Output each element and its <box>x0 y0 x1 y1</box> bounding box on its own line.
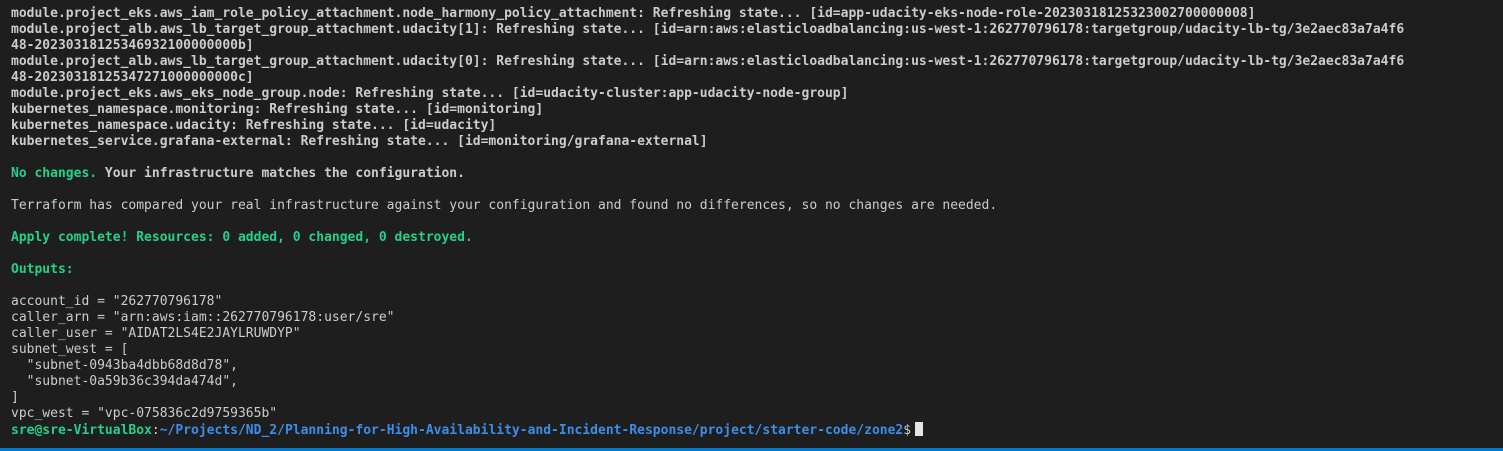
refresh-line: module.project_eks.aws_iam_role_policy_a… <box>11 6 1256 21</box>
refresh-line: 48-20230318125347271000000000c] <box>11 70 254 85</box>
output-line: "subnet-0a59b36c394da474d", <box>11 374 238 389</box>
outputs-header: Outputs: <box>11 262 74 277</box>
compared-message: Terraform has compared your real infrast… <box>11 198 998 213</box>
output-line: subnet_west = [ <box>11 342 129 357</box>
output-line: "subnet-0943ba4dbb68d8d78", <box>11 358 238 373</box>
no-changes-label: No changes. <box>11 166 98 181</box>
refresh-line: module.project_alb.aws_lb_target_group_a… <box>11 22 1405 37</box>
prompt-symbol: $ <box>903 423 912 438</box>
output-line: ] <box>11 390 19 405</box>
refresh-line: module.project_eks.aws_eks_node_group.no… <box>11 86 849 101</box>
output-line: vpc_west = "vpc-075836c2d9759365b" <box>11 406 278 421</box>
output-line: caller_user = "AIDAT2LS4E2JAYLRUWDYP" <box>11 326 301 341</box>
output-line: caller_arn = "arn:aws:iam::262770796178:… <box>11 310 395 325</box>
refresh-line: kubernetes_namespace.udacity: Refreshing… <box>11 118 497 133</box>
shell-prompt[interactable]: sre@sre-VirtualBox:~/Projects/ND_2/Plann… <box>11 422 1503 438</box>
text-cursor[interactable] <box>915 422 924 436</box>
apply-complete-message: Apply complete! Resources: 0 added, 0 ch… <box>11 230 473 245</box>
terminal-output[interactable]: module.project_eks.aws_iam_role_policy_a… <box>0 0 1503 448</box>
refresh-line: 48-20230318125346932100000000b] <box>11 38 254 53</box>
prompt-user-host: sre@sre-VirtualBox <box>11 423 152 438</box>
prompt-path: ~/Projects/ND_2/Planning-for-High-Availa… <box>159 423 904 438</box>
refresh-line: module.project_alb.aws_lb_target_group_a… <box>11 54 1405 69</box>
no-changes-message: Your infrastructure matches the configur… <box>97 166 465 181</box>
prompt-separator: : <box>151 423 160 438</box>
refresh-line: kubernetes_namespace.monitoring: Refresh… <box>11 102 544 117</box>
output-line: account_id = "262770796178" <box>11 294 223 309</box>
no-changes-line: No changes. Your infrastructure matches … <box>11 166 1503 182</box>
refresh-line: kubernetes_service.grafana-external: Ref… <box>11 134 708 149</box>
